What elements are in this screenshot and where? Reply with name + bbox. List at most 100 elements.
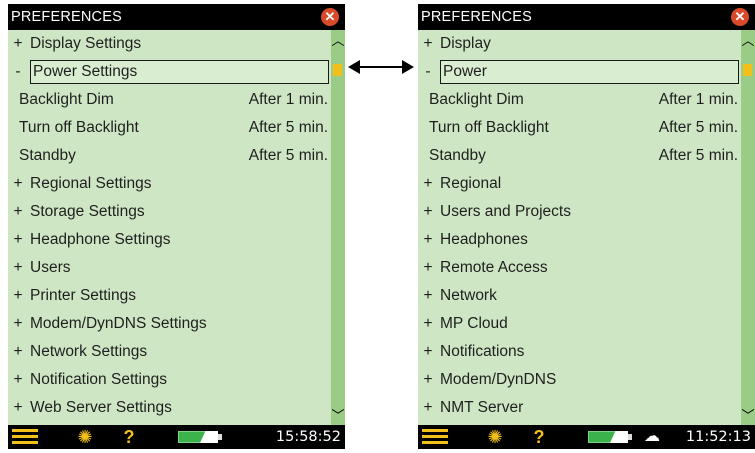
expand-icon[interactable]: + bbox=[422, 170, 434, 198]
help-icon[interactable]: ? bbox=[531, 427, 547, 447]
setting-row[interactable]: Standby After 5 min. bbox=[8, 142, 331, 170]
row-label: Web Server Settings bbox=[30, 399, 172, 416]
clock: 15:58:52 bbox=[275, 429, 341, 445]
category-row[interactable]: + Notification Settings bbox=[8, 366, 331, 394]
category-row[interactable]: + Modem/DynDNS Settings bbox=[8, 310, 331, 338]
setting-row[interactable]: Turn off Backlight After 5 min. bbox=[418, 114, 741, 142]
expand-icon[interactable]: + bbox=[12, 254, 24, 282]
row-label: Users bbox=[30, 259, 71, 276]
category-row[interactable]: + Headphone Settings bbox=[8, 226, 331, 254]
row-value[interactable]: After 5 min. bbox=[659, 114, 738, 142]
row-label: Storage Settings bbox=[30, 203, 145, 220]
scrollbar[interactable]: ︿ ﹀ bbox=[741, 30, 755, 425]
row-label: Backlight Dim bbox=[429, 91, 524, 108]
category-row[interactable]: + Users and Projects bbox=[418, 198, 741, 226]
category-row[interactable]: + Notifications bbox=[418, 338, 741, 366]
category-row[interactable]: + Remote Access bbox=[418, 254, 741, 282]
close-icon[interactable]: ✕ bbox=[321, 8, 339, 26]
clock: 11:52:13 bbox=[685, 429, 751, 445]
preferences-list: + Display Settings - Power Settings Backligh… bbox=[8, 30, 331, 425]
expand-icon[interactable]: + bbox=[422, 254, 434, 282]
scrollbar[interactable]: ︿ ﹀ bbox=[331, 30, 345, 425]
cloud-icon[interactable]: ☁ bbox=[644, 429, 666, 445]
scroll-up-icon[interactable]: ︿ bbox=[741, 34, 755, 48]
close-icon[interactable]: ✕ bbox=[731, 8, 749, 26]
backlight-icon[interactable]: ✺ bbox=[74, 427, 96, 447]
scroll-down-icon[interactable]: ﹀ bbox=[741, 409, 755, 423]
row-label: Turn off Backlight bbox=[19, 119, 139, 136]
row-label: Standby bbox=[19, 147, 76, 164]
expand-icon[interactable]: + bbox=[422, 310, 434, 338]
scroll-thumb[interactable] bbox=[333, 64, 342, 76]
setting-row[interactable]: Backlight Dim After 1 min. bbox=[8, 86, 331, 114]
expand-icon[interactable]: + bbox=[422, 30, 434, 58]
menu-icon[interactable] bbox=[12, 429, 38, 445]
category-row[interactable]: + Network bbox=[418, 282, 741, 310]
category-row[interactable]: + Users bbox=[8, 254, 331, 282]
right-preferences-screen: PREFERENCES ✕ + Display - Power Backlight Di… bbox=[418, 4, 755, 449]
expand-icon[interactable]: + bbox=[12, 310, 24, 338]
row-value[interactable]: After 5 min. bbox=[659, 142, 738, 170]
expand-icon[interactable]: + bbox=[422, 282, 434, 310]
category-row[interactable]: - Power Settings bbox=[8, 58, 331, 86]
category-row[interactable]: + Regional Settings bbox=[8, 170, 331, 198]
row-value[interactable]: After 5 min. bbox=[249, 142, 328, 170]
category-row[interactable]: + MP Cloud bbox=[418, 310, 741, 338]
left-preferences-screen: PREFERENCES ✕ + Display Settings - Power Se… bbox=[8, 4, 345, 449]
category-row[interactable]: + Network Settings bbox=[8, 338, 331, 366]
expand-icon[interactable]: + bbox=[12, 394, 24, 422]
expand-icon[interactable]: + bbox=[12, 226, 24, 254]
expand-icon[interactable]: + bbox=[12, 282, 24, 310]
category-row[interactable]: + Headphones bbox=[418, 226, 741, 254]
title-bar: PREFERENCES ✕ bbox=[8, 4, 345, 30]
expand-icon[interactable]: + bbox=[422, 394, 434, 422]
expand-icon[interactable]: + bbox=[12, 338, 24, 366]
row-label: Users and Projects bbox=[440, 203, 571, 220]
row-label: Display Settings bbox=[30, 35, 142, 52]
help-icon[interactable]: ? bbox=[121, 427, 137, 447]
category-row[interactable]: + Display bbox=[418, 30, 741, 58]
category-row[interactable]: + Web Server Settings bbox=[8, 394, 331, 422]
setting-row[interactable]: Backlight Dim After 1 min. bbox=[418, 86, 741, 114]
title-bar: PREFERENCES ✕ bbox=[418, 4, 755, 30]
collapse-icon[interactable]: - bbox=[12, 58, 24, 86]
expand-icon[interactable]: + bbox=[422, 366, 434, 394]
setting-row[interactable]: Turn off Backlight After 5 min. bbox=[8, 114, 331, 142]
category-row[interactable]: + Storage Settings bbox=[8, 198, 331, 226]
expand-icon[interactable]: + bbox=[422, 338, 434, 366]
expand-icon[interactable]: + bbox=[422, 226, 434, 254]
row-label: Display bbox=[440, 35, 491, 52]
scroll-up-icon[interactable]: ︿ bbox=[331, 34, 345, 48]
setting-row[interactable]: Standby After 5 min. bbox=[418, 142, 741, 170]
collapse-icon[interactable]: - bbox=[422, 58, 434, 86]
row-label: NMT Server bbox=[440, 399, 524, 416]
menu-icon[interactable] bbox=[422, 429, 448, 445]
expand-icon[interactable]: + bbox=[12, 366, 24, 394]
row-label: Network bbox=[440, 287, 497, 304]
row-value[interactable]: After 1 min. bbox=[249, 86, 328, 114]
category-row[interactable]: + Display Settings bbox=[8, 30, 331, 58]
expand-icon[interactable]: + bbox=[12, 170, 24, 198]
row-label: Backlight Dim bbox=[19, 91, 114, 108]
category-row[interactable]: + Modem/DynDNS bbox=[418, 366, 741, 394]
row-value[interactable]: After 5 min. bbox=[249, 114, 328, 142]
row-label: Regional bbox=[440, 175, 502, 192]
category-row[interactable]: + Regional bbox=[418, 170, 741, 198]
battery-charging-icon[interactable] bbox=[588, 431, 632, 443]
scroll-down-icon[interactable]: ﹀ bbox=[331, 409, 345, 423]
row-label: Power Settings bbox=[30, 60, 329, 84]
row-label: Notifications bbox=[440, 343, 525, 360]
row-label: Turn off Backlight bbox=[429, 119, 549, 136]
category-row[interactable]: + NMT Server bbox=[418, 394, 741, 422]
expand-icon[interactable]: + bbox=[12, 198, 24, 226]
category-row[interactable]: - Power bbox=[418, 58, 741, 86]
scroll-thumb[interactable] bbox=[743, 64, 752, 76]
battery-charging-icon[interactable] bbox=[178, 431, 222, 443]
expand-icon[interactable]: + bbox=[422, 198, 434, 226]
row-label: Remote Access bbox=[440, 259, 548, 276]
row-value[interactable]: After 1 min. bbox=[659, 86, 738, 114]
category-row[interactable]: + Printer Settings bbox=[8, 282, 331, 310]
backlight-icon[interactable]: ✺ bbox=[484, 427, 506, 447]
row-label: Headphones bbox=[440, 231, 528, 248]
expand-icon[interactable]: + bbox=[12, 30, 24, 58]
